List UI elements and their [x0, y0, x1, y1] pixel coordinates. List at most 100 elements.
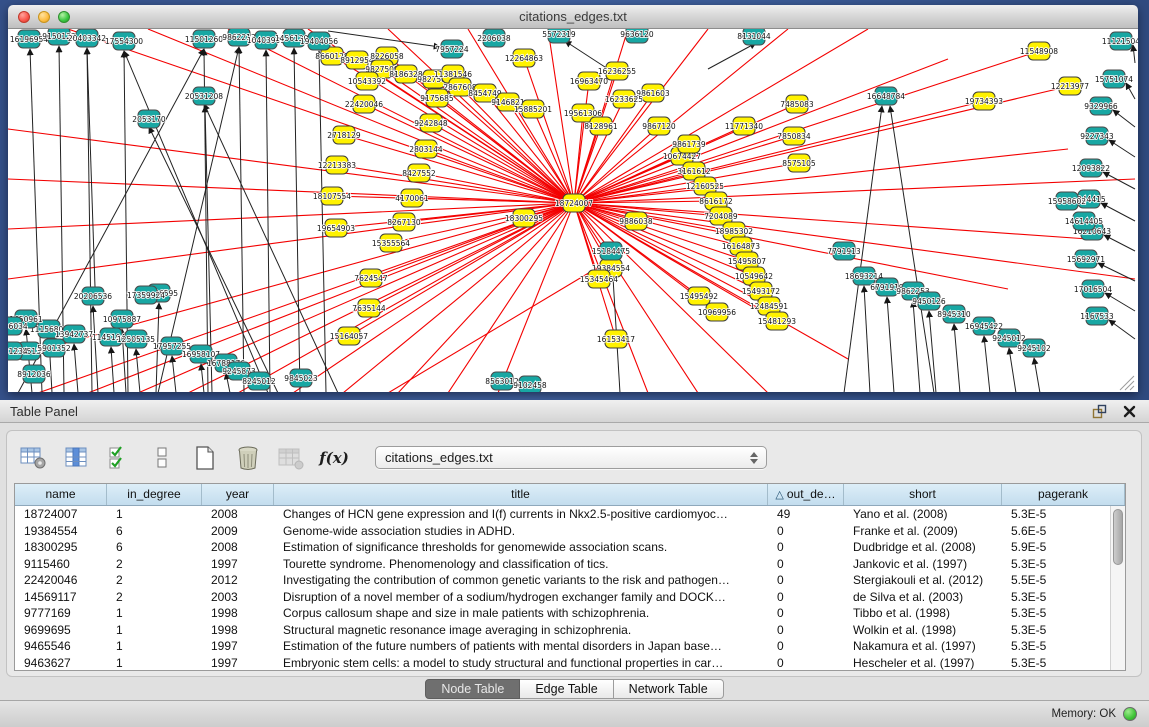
graph-node[interactable]: 7791913 — [827, 242, 861, 260]
table-cell[interactable]: Estimation of significance thresholds fo… — [274, 539, 768, 556]
table-cell[interactable]: 0 — [768, 556, 844, 573]
function-builder-icon[interactable]: f(x) — [320, 445, 348, 471]
graph-node[interactable]: 20206536 — [74, 287, 112, 305]
delete-table-icon[interactable] — [234, 445, 262, 471]
table-cell[interactable]: 0 — [768, 638, 844, 655]
table-cell[interactable]: 1998 — [202, 622, 274, 639]
table-cell[interactable]: 9463627 — [15, 655, 107, 672]
table-cell[interactable]: Corpus callosum shape and size in male p… — [274, 605, 768, 622]
graph-node[interactable]: 10975887 — [103, 310, 141, 328]
graph-node[interactable]: 12093822 — [1072, 159, 1110, 177]
table-row[interactable]: 2242004622012Investigating the contribut… — [15, 572, 1125, 589]
table-cell[interactable]: Embryonic stem cells: a model to study s… — [274, 655, 768, 672]
canvas-resize-grip[interactable] — [1120, 376, 1134, 390]
table-cell[interactable]: de Silva et al. (2003) — [844, 589, 1002, 606]
tab-node-table[interactable]: Node Table — [425, 679, 520, 699]
graph-node[interactable]: 7957224 — [435, 40, 469, 58]
graph-node[interactable]: 8912036 — [17, 365, 51, 383]
column-header-year[interactable]: year — [202, 484, 274, 505]
graph-node[interactable]: 11548908 — [1020, 42, 1058, 60]
table-cell[interactable]: Hescheler et al. (1997) — [844, 655, 1002, 672]
table-cell[interactable]: 5.3E-5 — [1002, 589, 1125, 606]
table-cell[interactable]: Nakamura et al. (1997) — [844, 638, 1002, 655]
table-row[interactable]: 911546021997Tourette syndrome. Phenomeno… — [15, 556, 1125, 573]
memory-status-dot-icon[interactable] — [1123, 707, 1137, 721]
table-cell[interactable]: 0 — [768, 655, 844, 672]
graph-node[interactable]: 11121504 — [1102, 32, 1138, 50]
table-cell[interactable]: 18724007 — [15, 506, 107, 523]
column-header-indegree[interactable]: in_degree — [107, 484, 202, 505]
table-cell[interactable]: 0 — [768, 523, 844, 540]
table-row[interactable]: 977716911998Corpus callosum shape and si… — [15, 605, 1125, 622]
table-row[interactable]: 946362711997Embryonic stem cells: a mode… — [15, 655, 1125, 672]
table-cell[interactable]: 6 — [107, 523, 202, 540]
table-cell[interactable]: Jankovic et al. (1997) — [844, 556, 1002, 573]
table-cell[interactable]: 1997 — [202, 655, 274, 672]
table-cell[interactable]: 0 — [768, 605, 844, 622]
table-cell[interactable]: 5.3E-5 — [1002, 556, 1125, 573]
select-columns-icon[interactable] — [105, 445, 133, 471]
graph-node[interactable]: 8427552 — [402, 164, 436, 182]
table-cell[interactable]: 2012 — [202, 572, 274, 589]
graph-node[interactable]: 15164057 — [330, 327, 368, 345]
graph-node[interactable]: 15692971 — [1067, 250, 1105, 268]
close-panel-icon[interactable] — [1121, 403, 1137, 419]
row-height-icon[interactable] — [148, 445, 176, 471]
table-cell[interactable]: 22420046 — [15, 572, 107, 589]
table-cell[interactable]: Stergiakouli et al. (2012) — [844, 572, 1002, 589]
table-cell[interactable]: Franke et al. (2009) — [844, 523, 1002, 540]
graph-node[interactable]: 17016504 — [1074, 280, 1112, 298]
tab-network-table[interactable]: Network Table — [614, 679, 724, 699]
graph-node[interactable]: 15495492 — [680, 287, 718, 305]
graph-node[interactable]: 2206038 — [477, 29, 511, 47]
table-cell[interactable]: 1 — [107, 605, 202, 622]
table-mode-icon[interactable] — [19, 445, 47, 471]
graph-node[interactable]: 2053170 — [132, 110, 166, 128]
table-cell[interactable]: Wolkin et al. (1998) — [844, 622, 1002, 639]
graph-node[interactable]: 18107554 — [313, 187, 351, 205]
table-cell[interactable]: Tibbo et al. (1998) — [844, 605, 1002, 622]
column-header-pagerank[interactable]: pagerank — [1002, 484, 1125, 505]
graph-node[interactable]: 9227343 — [1080, 127, 1114, 145]
create-table-icon[interactable] — [191, 445, 219, 471]
graph-node[interactable]: 1167533 — [1080, 307, 1114, 325]
show-column-icon[interactable] — [62, 445, 90, 471]
table-cell[interactable]: 19384554 — [15, 523, 107, 540]
table-cell[interactable]: 9699695 — [15, 622, 107, 639]
graph-node[interactable]: 20531208 — [185, 87, 223, 105]
graph-node[interactable]: 4170061 — [395, 189, 429, 207]
graph-node[interactable]: 12264863 — [505, 49, 543, 67]
table-cell[interactable]: 1 — [107, 655, 202, 672]
table-cell[interactable]: 5.3E-5 — [1002, 638, 1125, 655]
table-cell[interactable]: 2 — [107, 589, 202, 606]
table-cell[interactable]: Tourette syndrome. Phenomenology and cla… — [274, 556, 768, 573]
table-cell[interactable]: 5.3E-5 — [1002, 655, 1125, 672]
table-cell[interactable]: 9115460 — [15, 556, 107, 573]
table-cell[interactable]: 9465546 — [15, 638, 107, 655]
table-cell[interactable]: 5.9E-5 — [1002, 539, 1125, 556]
table-cell[interactable]: 2 — [107, 556, 202, 573]
table-cell[interactable]: 9777169 — [15, 605, 107, 622]
table-cell[interactable]: 0 — [768, 589, 844, 606]
column-header-title[interactable]: title — [274, 484, 768, 505]
table-cell[interactable]: 5.3E-5 — [1002, 506, 1125, 523]
table-cell[interactable]: 5.3E-5 — [1002, 605, 1125, 622]
network-svg[interactable]: 8660128891295482260589827509818632810543… — [8, 29, 1138, 392]
table-row[interactable]: 946554611997Estimation of the future num… — [15, 638, 1125, 655]
table-cell[interactable]: Changes of HCN gene expression and I(f) … — [274, 506, 768, 523]
graph-node[interactable]: 16648784 — [867, 87, 905, 105]
table-cell[interactable]: 6 — [107, 539, 202, 556]
table-cell[interactable]: 49 — [768, 506, 844, 523]
table-row[interactable]: 1456911722003Disruption of a novel membe… — [15, 589, 1125, 606]
table-select-dropdown[interactable]: citations_edges.txt — [375, 446, 767, 469]
table-row[interactable]: 969969511998Structural magnetic resonanc… — [15, 622, 1125, 639]
table-vertical-scrollbar[interactable] — [1110, 506, 1125, 670]
table-cell[interactable]: 5.3E-5 — [1002, 622, 1125, 639]
table-cell[interactable]: 5.6E-5 — [1002, 523, 1125, 540]
graph-node[interactable]: 5572319 — [542, 29, 576, 43]
network-canvas[interactable]: 8660128891295482260589827509818632810543… — [8, 29, 1138, 392]
import-table-icon[interactable] — [277, 445, 305, 471]
graph-node[interactable]: 9867120 — [642, 117, 676, 135]
graph-node[interactable]: 8131044 — [737, 29, 771, 45]
table-cell[interactable]: 1997 — [202, 638, 274, 655]
